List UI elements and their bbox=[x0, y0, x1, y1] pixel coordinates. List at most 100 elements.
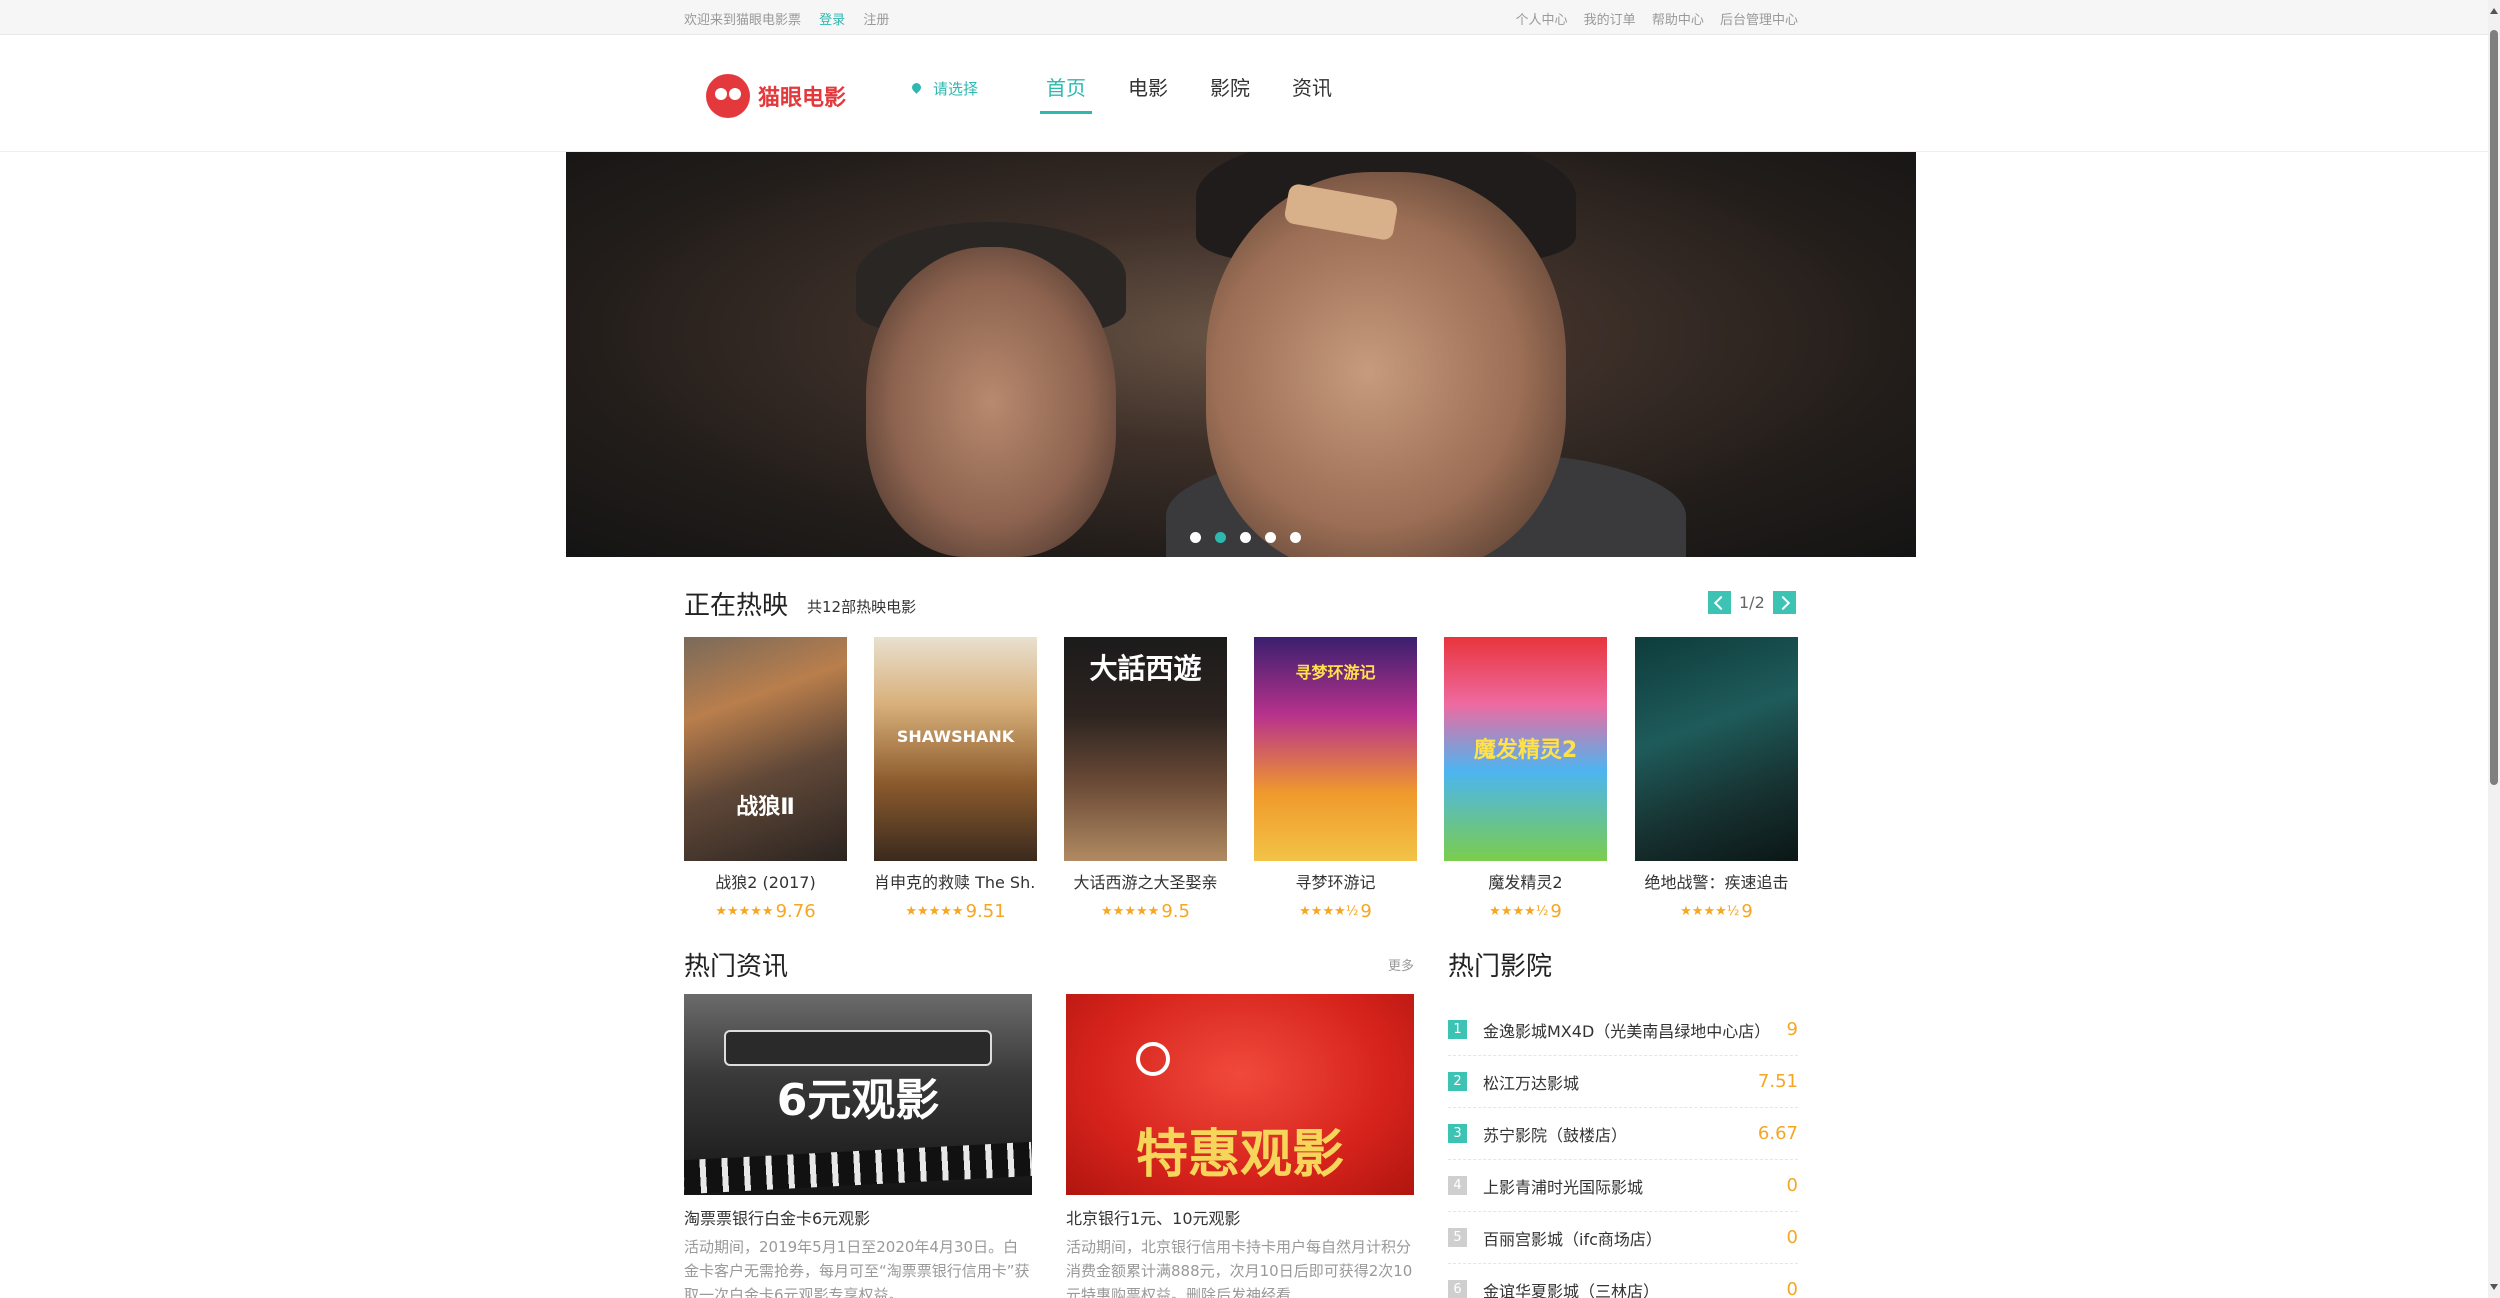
cinema-row[interactable]: 6 金谊华夏影城（三林店） 0 bbox=[1448, 1264, 1798, 1298]
cinema-name[interactable]: 金逸影城MX4D（光美南昌绿地中心店） bbox=[1483, 1018, 1787, 1042]
movie-rating: ★★★★½ 9 bbox=[1444, 901, 1607, 922]
hero-banner[interactable] bbox=[566, 152, 1916, 557]
rating-stars-icon: ★★★★★ bbox=[1101, 904, 1160, 919]
location-pin-icon bbox=[912, 83, 921, 95]
scroll-down-icon[interactable] bbox=[2490, 1284, 2498, 1290]
nav-cinemas[interactable]: 影院 bbox=[1204, 72, 1256, 114]
cinema-row[interactable]: 3 苏宁影院（鼓楼店） 6.67 bbox=[1448, 1108, 1798, 1160]
cinema-rank: 6 bbox=[1448, 1280, 1467, 1298]
hot-cinemas-title: 热门影院 bbox=[1448, 952, 1553, 982]
movie-rating: ★★★★★ 9.76 bbox=[684, 901, 847, 922]
page-indicator: 1/2 bbox=[1739, 593, 1765, 612]
movie-poster[interactable]: 大話西遊 bbox=[1064, 637, 1227, 861]
movie-card[interactable]: 绝地战警：疾速追击 ★★★★½ 9 bbox=[1635, 637, 1798, 922]
cinema-name[interactable]: 松江万达影城 bbox=[1483, 1070, 1758, 1094]
cinema-row[interactable]: 4 上影青浦时光国际影城 0 bbox=[1448, 1160, 1798, 1212]
nav-movies[interactable]: 电影 bbox=[1122, 72, 1174, 114]
movie-poster[interactable]: 魔发精灵2 bbox=[1444, 637, 1607, 861]
news-title[interactable]: 淘票票银行白金卡6元观影 bbox=[684, 1205, 1032, 1229]
cinema-score: 9 bbox=[1786, 1019, 1798, 1040]
movie-rating: ★★★★★ 9.5 bbox=[1064, 901, 1227, 922]
cat-logo-icon bbox=[706, 74, 750, 118]
banner-dot-3[interactable] bbox=[1240, 532, 1251, 543]
news-desc: 活动期间，2019年5月1日至2020年4月30日。白金卡客户无需抢券，每月可至… bbox=[684, 1238, 1030, 1298]
cinema-row[interactable]: 1 金逸影城MX4D（光美南昌绿地中心店） 9 bbox=[1448, 1004, 1798, 1056]
news-card[interactable]: 6元观影 淘票票银行白金卡6元观影 活动期间，2019年5月1日至2020年4月… bbox=[684, 994, 1032, 1298]
scroll-up-icon[interactable] bbox=[2490, 8, 2498, 14]
cinema-name[interactable]: 苏宁影院（鼓楼店） bbox=[1483, 1122, 1758, 1146]
header: 猫眼电影 请选择 首页 电影 影院 资讯 bbox=[0, 36, 2488, 152]
cinema-name[interactable]: 百丽宫影城（ifc商场店） bbox=[1483, 1226, 1787, 1250]
rating-stars-icon: ★★★★★ bbox=[905, 904, 964, 919]
top-bar-left: 欢迎来到猫眼电影票 登录 注册 bbox=[684, 9, 903, 28]
movie-rating: ★★★★½ 9 bbox=[1635, 901, 1798, 922]
news-title[interactable]: 北京银行1元、10元观影 bbox=[1066, 1205, 1414, 1229]
admin-center-link[interactable]: 后台管理中心 bbox=[1720, 13, 1798, 28]
user-center-link[interactable]: 个人中心 bbox=[1516, 13, 1568, 28]
cinema-rank: 2 bbox=[1448, 1072, 1467, 1091]
movie-card[interactable]: 战狼Ⅱ 战狼2 (2017) ★★★★★ 9.76 bbox=[684, 637, 847, 922]
my-orders-link[interactable]: 我的订单 bbox=[1584, 13, 1636, 28]
movie-card[interactable]: 寻梦环游记 寻梦环游记 ★★★★½ 9 bbox=[1254, 637, 1417, 922]
cinema-score: 0 bbox=[1786, 1279, 1798, 1298]
nav-home[interactable]: 首页 bbox=[1040, 72, 1092, 114]
movie-poster[interactable]: 寻梦环游记 bbox=[1254, 637, 1417, 861]
movie-poster[interactable]: SHAWSHANK bbox=[874, 637, 1037, 861]
news-image[interactable]: 特惠观影 bbox=[1066, 994, 1414, 1195]
banner-dot-5[interactable] bbox=[1290, 532, 1301, 543]
movie-poster[interactable]: 战狼Ⅱ bbox=[684, 637, 847, 861]
cinema-row[interactable]: 5 百丽宫影城（ifc商场店） 0 bbox=[1448, 1212, 1798, 1264]
scrollbar-thumb[interactable] bbox=[2490, 30, 2498, 785]
cinema-name[interactable]: 金谊华夏影城（三林店） bbox=[1483, 1278, 1787, 1298]
movie-title[interactable]: 战狼2 (2017) bbox=[684, 869, 847, 893]
cinema-row[interactable]: 2 松江万达影城 7.51 bbox=[1448, 1056, 1798, 1108]
movie-rating: ★★★★½ 9 bbox=[1254, 901, 1417, 922]
rating-stars-icon: ★★★★★ bbox=[715, 904, 774, 919]
news-desc: 活动期间，北京银行信用卡持卡用户每自然月计积分消费金额累计满888元，次月10日… bbox=[1066, 1238, 1413, 1298]
rating-score: 9.76 bbox=[775, 901, 816, 922]
cinema-rank: 1 bbox=[1448, 1020, 1467, 1039]
cinema-list: 1 金逸影城MX4D（光美南昌绿地中心店） 9 2 松江万达影城 7.51 3 … bbox=[1448, 1004, 1798, 1298]
news-card[interactable]: 特惠观影 北京银行1元、10元观影 活动期间，北京银行信用卡持卡用户每自然月计积… bbox=[1066, 994, 1414, 1298]
now-showing-title: 正在热映 bbox=[684, 591, 789, 621]
logo-text: 猫眼电影 bbox=[758, 86, 847, 111]
news-more-link[interactable]: 更多 bbox=[1388, 955, 1414, 974]
top-bar: 欢迎来到猫眼电影票 登录 注册 个人中心 我的订单 帮助中心 后台管理中心 bbox=[0, 0, 2488, 35]
page-scrollbar[interactable] bbox=[2488, 0, 2500, 1298]
banner-dots bbox=[1183, 532, 1308, 543]
help-center-link[interactable]: 帮助中心 bbox=[1652, 13, 1704, 28]
cinema-name[interactable]: 上影青浦时光国际影城 bbox=[1483, 1174, 1787, 1198]
film-strip-icon bbox=[684, 1141, 1032, 1195]
news-image[interactable]: 6元观影 bbox=[684, 994, 1032, 1195]
cinema-rank: 3 bbox=[1448, 1124, 1467, 1143]
register-link[interactable]: 注册 bbox=[863, 13, 889, 28]
movie-card[interactable]: 魔发精灵2 魔发精灵2 ★★★★½ 9 bbox=[1444, 637, 1607, 922]
login-link[interactable]: 登录 bbox=[819, 13, 845, 28]
banner-dot-4[interactable] bbox=[1265, 532, 1276, 543]
banner-dot-1[interactable] bbox=[1190, 532, 1201, 543]
movie-title[interactable]: 寻梦环游记 bbox=[1254, 869, 1417, 893]
city-selector[interactable]: 请选择 bbox=[912, 78, 978, 99]
rating-score: 9.51 bbox=[965, 901, 1006, 922]
top-bar-right: 个人中心 我的订单 帮助中心 后台管理中心 bbox=[1504, 9, 1798, 28]
next-page-button[interactable] bbox=[1772, 591, 1796, 614]
site-logo[interactable]: 猫眼电影 bbox=[706, 74, 846, 118]
movie-title[interactable]: 肖申克的救赎 The Sh... bbox=[874, 869, 1037, 893]
movie-title[interactable]: 绝地战警：疾速追击 bbox=[1635, 869, 1798, 893]
movie-title[interactable]: 大话西游之大圣娶亲 bbox=[1064, 869, 1227, 893]
movie-card[interactable]: SHAWSHANK 肖申克的救赎 The Sh... ★★★★★ 9.51 bbox=[874, 637, 1037, 922]
rating-score: 9 bbox=[1550, 901, 1562, 922]
cinema-rank: 4 bbox=[1448, 1176, 1467, 1195]
movie-poster[interactable] bbox=[1635, 637, 1798, 861]
now-showing-count: 共12部热映电影 bbox=[807, 598, 917, 616]
movie-card[interactable]: 大話西遊 大话西游之大圣娶亲 ★★★★★ 9.5 bbox=[1064, 637, 1227, 922]
rating-stars-icon: ★★★★½ bbox=[1680, 904, 1740, 919]
banner-dot-2[interactable] bbox=[1215, 532, 1226, 543]
prev-page-button[interactable] bbox=[1708, 591, 1731, 614]
banner-figure-left bbox=[866, 247, 1116, 557]
cinema-score: 0 bbox=[1786, 1227, 1798, 1248]
movie-title[interactable]: 魔发精灵2 bbox=[1444, 869, 1607, 893]
rating-stars-icon: ★★★★½ bbox=[1299, 904, 1359, 919]
rating-score: 9.5 bbox=[1161, 901, 1190, 922]
nav-news[interactable]: 资讯 bbox=[1286, 72, 1338, 114]
